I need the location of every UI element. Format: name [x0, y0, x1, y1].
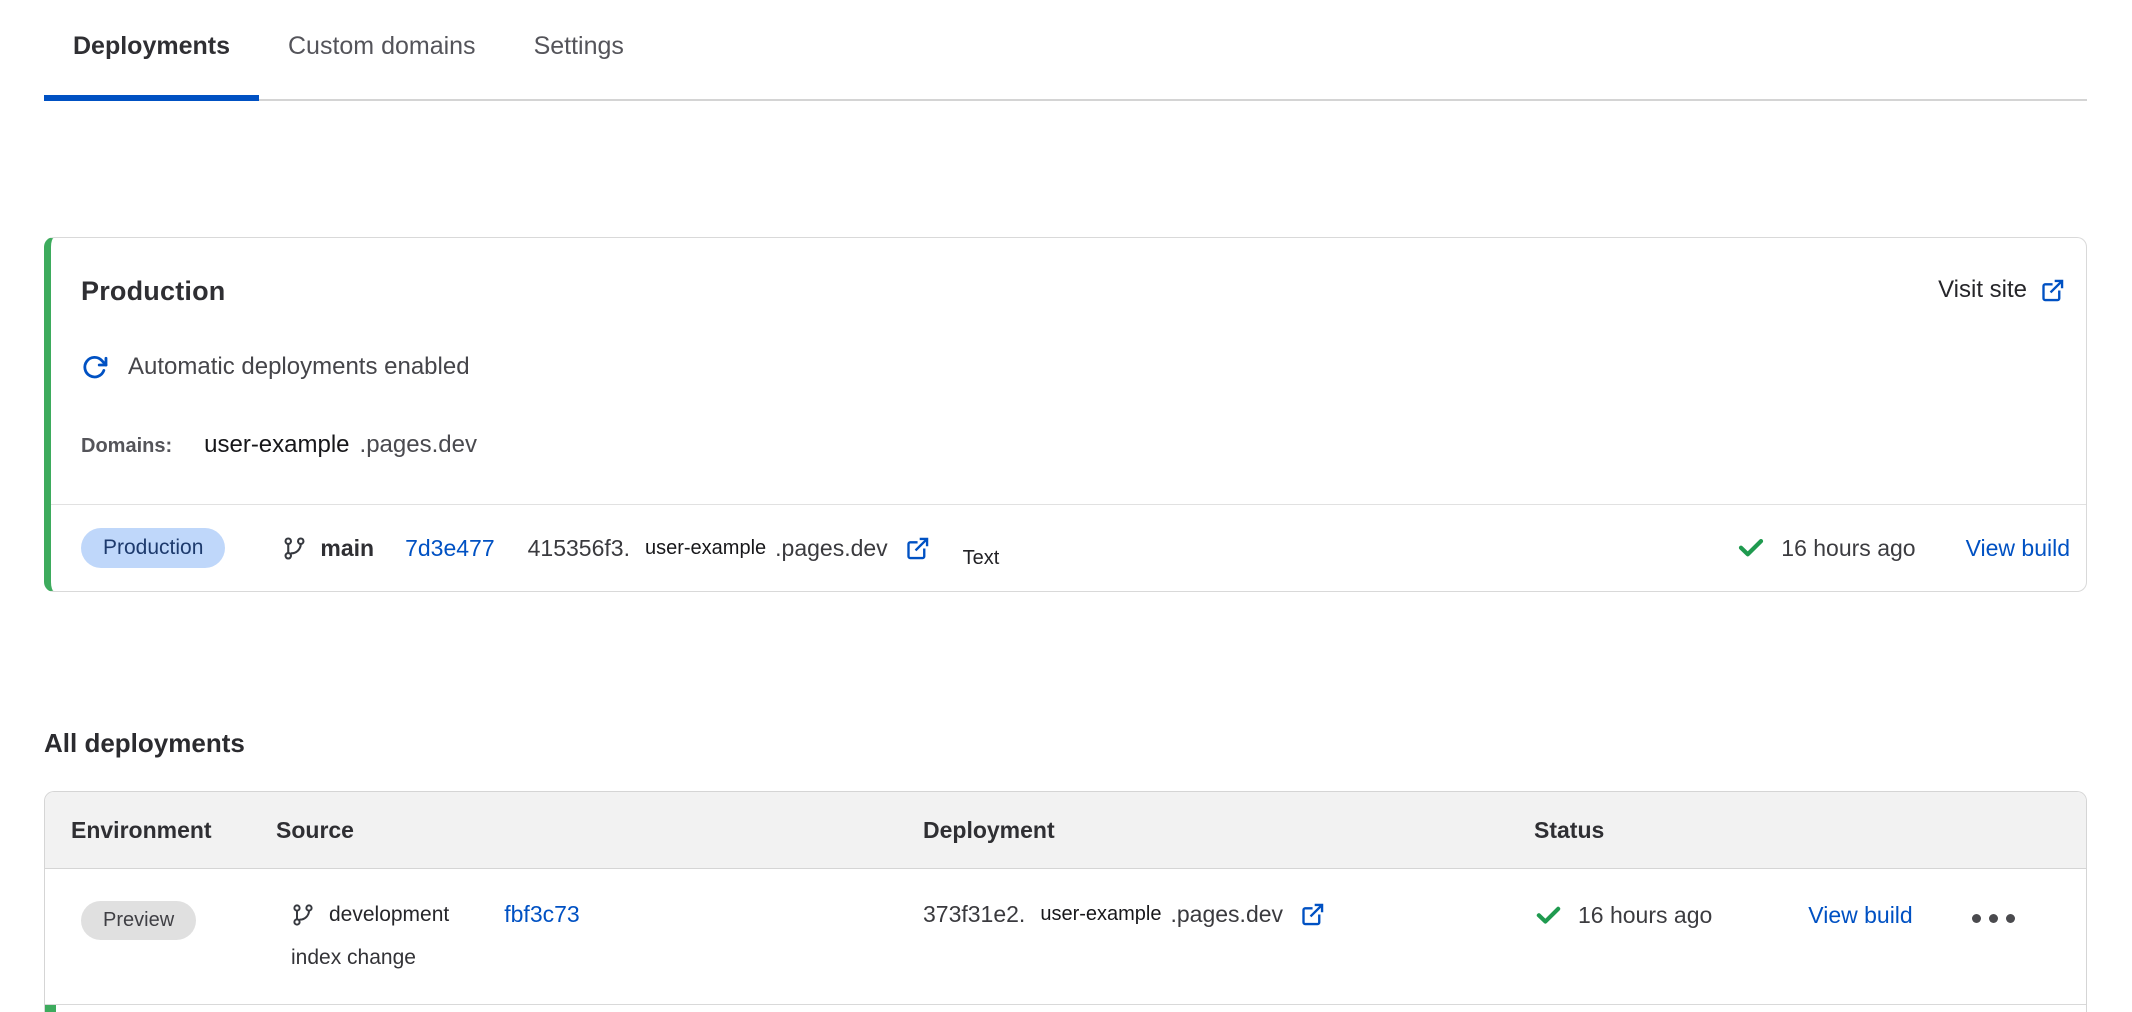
- col-status: Status: [1534, 817, 2086, 844]
- environment-badge: Preview: [81, 901, 196, 940]
- tab-settings[interactable]: Settings: [505, 0, 653, 101]
- row-note-text: Text: [963, 547, 1000, 570]
- check-icon: [1534, 901, 1563, 930]
- branch-name: main: [320, 535, 374, 562]
- check-icon: [1736, 533, 1766, 563]
- deployment-url-name: user-example: [1040, 903, 1161, 926]
- tab-deployments[interactable]: Deployments: [44, 0, 259, 101]
- deployment-url-suffix: .pages.dev: [1171, 901, 1284, 928]
- tab-bar: Deployments Custom domains Settings: [44, 0, 2087, 101]
- deployment-url-name: user-example: [645, 537, 766, 560]
- production-edge-indicator: [45, 1005, 56, 1012]
- deployment-url-hash: 373f31e2.: [923, 901, 1025, 928]
- external-link-icon[interactable]: [1299, 901, 1326, 928]
- next-row-peek: [45, 1005, 2086, 1012]
- view-build-link[interactable]: View build: [1808, 902, 1912, 929]
- col-environment: Environment: [71, 817, 276, 844]
- deploy-time: 16 hours ago: [1781, 535, 1915, 562]
- visit-site-link[interactable]: Visit site: [1938, 276, 2066, 304]
- commit-link[interactable]: fbf3c73: [504, 901, 579, 928]
- domains-label: Domains:: [81, 435, 172, 458]
- domains-row: Domains: user-example .pages.dev: [51, 431, 2086, 459]
- table-header-row: Environment Source Deployment Status: [45, 792, 2086, 869]
- environment-badge: Production: [81, 528, 225, 568]
- auto-deployments-text: Automatic deployments enabled: [128, 353, 470, 381]
- commit-link[interactable]: 7d3e477: [405, 535, 495, 562]
- all-deployments-heading: All deployments: [44, 728, 2087, 759]
- deploy-time: 16 hours ago: [1578, 902, 1712, 929]
- col-deployment: Deployment: [923, 817, 1534, 844]
- deployment-url-suffix: .pages.dev: [775, 535, 888, 562]
- production-deployment-row: Production main 7d3e477 415356f3. user-e…: [51, 504, 2086, 591]
- deployment-url-hash: 415356f3.: [528, 535, 630, 562]
- more-menu-icon[interactable]: [1972, 908, 2015, 923]
- view-build-link[interactable]: View build: [1966, 535, 2070, 562]
- branch-name: development: [329, 903, 449, 927]
- production-card-title: Production: [81, 276, 226, 307]
- production-card: Production Visit site Automa: [44, 237, 2087, 592]
- refresh-icon: [81, 354, 108, 381]
- domain-name: user-example: [204, 431, 349, 459]
- git-branch-icon: [291, 903, 315, 927]
- git-branch-icon: [282, 536, 307, 561]
- visit-site-label: Visit site: [1938, 276, 2027, 304]
- commit-message: index change: [291, 946, 923, 970]
- deployments-page: Deployments Custom domains Settings Prod…: [0, 0, 2132, 1012]
- domain-suffix: .pages.dev: [360, 431, 477, 459]
- external-link-icon: [2039, 277, 2066, 304]
- external-link-icon[interactable]: [904, 535, 931, 562]
- tab-custom-domains[interactable]: Custom domains: [259, 0, 505, 101]
- deployments-table: Environment Source Deployment Status Pre…: [44, 791, 2087, 1012]
- table-row: Preview development fbf3c73: [45, 869, 2086, 1005]
- col-source: Source: [276, 817, 923, 844]
